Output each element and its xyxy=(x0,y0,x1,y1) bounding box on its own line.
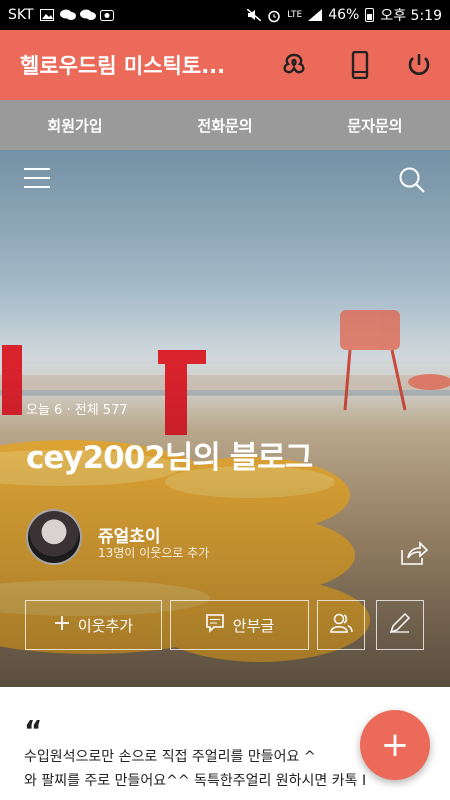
menu-item-phone[interactable]: 전화문의 xyxy=(150,100,300,150)
photo-icon xyxy=(99,9,114,21)
network-type: LTE xyxy=(287,10,303,20)
menu-item-sms[interactable]: 문자문의 xyxy=(300,100,450,150)
comment-icon xyxy=(205,613,225,637)
add-neighbor-button[interactable]: 이웃추가 xyxy=(25,600,162,650)
chat-icon xyxy=(59,9,76,21)
app-header: 헬로우드림 미스틱토... xyxy=(0,30,450,100)
clock: 오후 5:19 xyxy=(380,8,442,24)
share-icon[interactable] xyxy=(400,540,429,566)
menu-icon[interactable] xyxy=(24,168,50,190)
quote-icon: “ xyxy=(24,714,43,747)
menu-item-signup[interactable]: 회원가입 xyxy=(0,100,150,150)
guestbook-button[interactable]: 안부글 xyxy=(170,600,309,650)
status-bar: SKT LTE 46% 오후 5:19 xyxy=(0,0,450,30)
battery-percent: 46% xyxy=(328,7,360,23)
blog-cover: 오늘 6 · 전체 577 cey2002님의 블로그 쥬얼쵸이 13명이 이웃… xyxy=(0,150,450,687)
blog-title: cey2002님의 블로그 xyxy=(26,440,313,476)
alarm-icon xyxy=(267,9,281,23)
plus-icon xyxy=(54,615,70,635)
visitor-stats: 오늘 6 · 전체 577 xyxy=(26,399,128,418)
power-icon[interactable] xyxy=(403,49,435,81)
people-icon xyxy=(329,612,353,638)
carrier-label: SKT xyxy=(8,7,34,23)
neighbor-count: 13명이 이웃으로 추가 xyxy=(98,546,210,560)
search-icon[interactable] xyxy=(398,166,426,194)
write-fab-button[interactable]: + xyxy=(360,710,430,780)
mute-icon xyxy=(246,8,262,22)
signal-icon xyxy=(308,9,323,21)
logo-icon[interactable] xyxy=(278,49,310,81)
mobile-icon[interactable] xyxy=(344,49,376,81)
total-count: 전체 577 xyxy=(74,403,128,418)
write-post-button[interactable] xyxy=(376,600,424,650)
app-title: 헬로우드림 미스틱토... xyxy=(20,54,226,78)
add-neighbor-label: 이웃추가 xyxy=(77,616,134,635)
today-count: 오늘 6 xyxy=(26,403,63,418)
pen-icon xyxy=(388,611,412,639)
guestbook-label: 안부글 xyxy=(232,616,275,635)
avatar[interactable] xyxy=(26,509,82,565)
chat-icon xyxy=(79,9,96,21)
gallery-icon xyxy=(39,9,54,21)
neighbors-button[interactable] xyxy=(317,600,365,650)
stats-separator: · xyxy=(66,403,71,418)
battery-icon xyxy=(365,8,375,22)
menu-bar: 회원가입 전화문의 문자문의 xyxy=(0,100,450,150)
